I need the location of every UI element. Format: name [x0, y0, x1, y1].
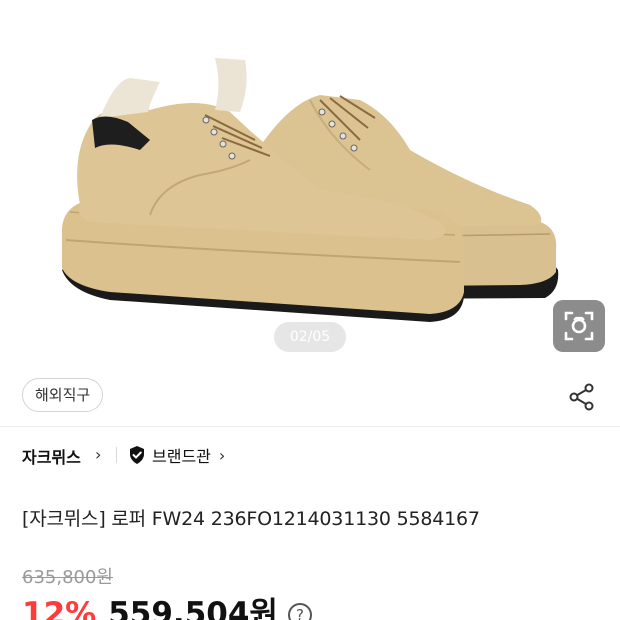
brand-row: 자크뮈스 › 브랜드관 ›: [0, 436, 620, 474]
brand-hall-label: 브랜드관: [152, 447, 211, 466]
image-search-icon: [564, 311, 594, 341]
share-icon: [569, 383, 594, 411]
original-price: 635,800원: [22, 567, 113, 588]
product-image-gallery[interactable]: 02/05: [0, 0, 620, 368]
separator: [116, 447, 117, 463]
share-button[interactable]: [566, 381, 598, 413]
chevron-right-icon: ›: [218, 445, 226, 465]
chevron-right-icon[interactable]: ›: [95, 445, 101, 464]
image-page-indicator: 02/05: [274, 322, 346, 352]
price-row: 12% 559,504원 ?: [22, 588, 312, 620]
sale-price: 559,504원: [108, 596, 278, 620]
brand-name-link[interactable]: 자크뮈스: [22, 444, 81, 468]
product-title: [자크뮈스] 로퍼 FW24 236FO1214031130 5584167: [22, 508, 480, 530]
brand-hall-link[interactable]: 브랜드관 ›: [128, 443, 225, 467]
tag-row: 해외직구: [0, 368, 620, 424]
overseas-purchase-tag: 해외직구: [22, 378, 104, 412]
verified-shield-icon: [130, 446, 144, 464]
discount-rate: 12%: [22, 596, 97, 620]
divider: [0, 426, 620, 427]
product-image[interactable]: [0, 0, 620, 368]
help-icon[interactable]: ?: [287, 603, 312, 620]
image-search-button[interactable]: [553, 300, 605, 352]
